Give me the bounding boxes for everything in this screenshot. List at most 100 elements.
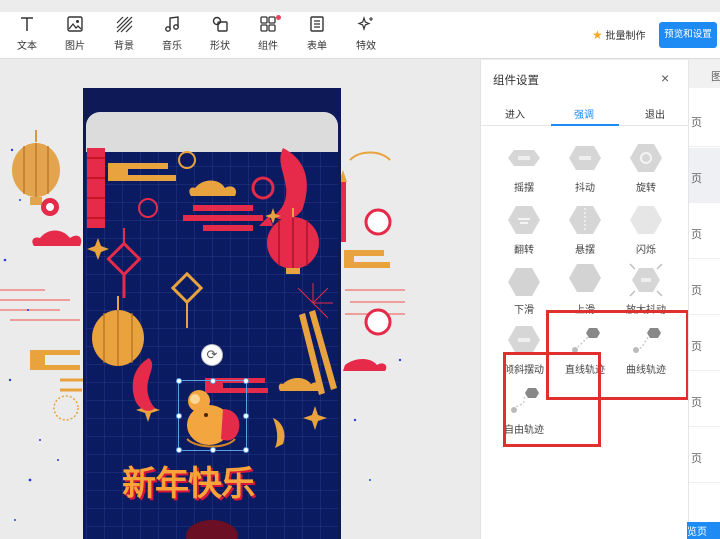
resize-handle-br[interactable] (243, 447, 249, 453)
flash-effect-icon (630, 206, 662, 234)
background-icon (116, 16, 133, 33)
resize-handle-r[interactable] (243, 413, 249, 419)
page-list-sidebar: 图 页 页 页 页 页 页 页 览页 (687, 60, 720, 539)
tool-image[interactable]: 图片 (55, 15, 95, 52)
flower-right (364, 208, 392, 236)
page-item-7[interactable]: 页 (689, 428, 720, 483)
page-item-2[interactable]: 页 (689, 148, 720, 203)
effect-swing[interactable]: 摇摆 (495, 140, 553, 194)
star-sparkle-icon (87, 238, 109, 260)
koi-fish-icon (273, 148, 307, 220)
coin-icon (178, 151, 196, 169)
slide-up-effect-icon (569, 264, 601, 292)
effect-flash[interactable]: 闪烁 (617, 202, 675, 256)
gold-scroll-right (344, 250, 390, 268)
flower-left (41, 198, 59, 216)
component-settings-panel: 组件设置 × 进入 强调 退出 摇摆 抖动 旋转 翻转 悬摆 闪烁 下滑 上滑 (480, 60, 689, 539)
greeting-text[interactable]: 新年快乐 (122, 456, 255, 505)
close-icon[interactable]: × (661, 70, 669, 86)
star-sparkle-icon-4 (303, 406, 327, 430)
text-icon (21, 17, 33, 31)
gold-cloud-icon (108, 163, 176, 181)
editor-canvas[interactable]: ⟳ 新年快乐 (0, 60, 480, 539)
cloud-left (32, 230, 82, 246)
effect-shake[interactable]: 抖动 (556, 140, 614, 194)
flower-right-2 (364, 308, 392, 336)
cloud-gold (189, 180, 237, 196)
plum-flower-icon (251, 176, 275, 200)
resize-handle-b[interactable] (210, 447, 216, 453)
effect-flip[interactable]: 翻转 (495, 202, 553, 256)
effect-slide-up[interactable]: 上滑 (556, 262, 614, 316)
effect-zoom-shake[interactable]: 放大抖动 (617, 262, 675, 316)
shake-effect-icon (569, 146, 601, 170)
component-icon (260, 16, 276, 32)
highlight-box-free-path (503, 352, 601, 447)
zoom-shake-effect-icon (629, 263, 663, 297)
page-item-6[interactable]: 页 (689, 372, 720, 427)
page-item-5[interactable]: 页 (689, 316, 720, 371)
cloud-right (343, 359, 387, 371)
shape-icon (212, 16, 228, 32)
bottom-ornament (186, 520, 238, 539)
page-item-4[interactable]: 页 (689, 260, 720, 315)
firework-left (53, 395, 79, 421)
editor-toolbar: 文本 图片 背景 音乐 形状 组件 表单 特效 ★ 批量制作 预览和设置 (0, 12, 720, 59)
gold-lines-left (60, 378, 85, 392)
page-list-header: 图 (689, 60, 720, 88)
resize-handle-tl[interactable] (176, 378, 182, 384)
lantern-left (12, 130, 60, 205)
resize-handle-bl[interactable] (176, 447, 182, 453)
tab-active-indicator (551, 124, 619, 126)
tool-text[interactable]: 文本 (7, 15, 47, 52)
notification-dot (276, 15, 281, 20)
animation-tabs: 进入 强调 退出 (481, 98, 689, 126)
form-icon (310, 16, 324, 32)
red-cloud-bars (183, 205, 263, 231)
resize-handle-t[interactable] (210, 378, 216, 384)
effect-rotate[interactable]: 旋转 (617, 140, 675, 194)
tool-shape[interactable]: 形状 (200, 15, 240, 52)
gold-scroll-left (30, 350, 80, 370)
flip-effect-icon (508, 206, 540, 234)
firecracker-icon (87, 148, 105, 228)
preview-page-button[interactable]: 览页 (687, 522, 720, 539)
slide-down-effect-icon (508, 268, 540, 296)
rotate-handle-icon[interactable]: ⟳ (202, 345, 222, 365)
lantern-gold-icon (92, 296, 144, 366)
tool-music[interactable]: 音乐 (152, 15, 192, 52)
tool-effects[interactable]: 特效 (346, 15, 386, 52)
resize-handle-l[interactable] (176, 413, 182, 419)
koi-fish-lower-icon (132, 358, 155, 411)
panel-title: 组件设置 (493, 75, 539, 87)
tool-form[interactable]: 表单 (297, 15, 337, 52)
preview-settings-button[interactable]: 预览和设置 (659, 22, 717, 48)
page-item-1[interactable]: 页 (689, 92, 720, 147)
gold-curl-right (349, 151, 391, 161)
swing-effect-icon (508, 150, 540, 166)
tool-component[interactable]: 组件 (248, 15, 288, 52)
cloud-gold-2 (278, 378, 321, 391)
hang-swing-effect-icon (569, 206, 601, 234)
image-icon (67, 16, 83, 32)
music-icon (165, 16, 179, 32)
rotate-effect-icon (630, 144, 662, 172)
tab-exit[interactable]: 退出 (645, 106, 665, 121)
plum-flower-icon-2 (138, 198, 158, 218)
gold-knot-icon (170, 271, 204, 328)
wave-lines-left (0, 289, 80, 321)
effect-hang-swing[interactable]: 悬摆 (556, 202, 614, 256)
chinese-knot-icon (106, 228, 142, 298)
selected-mouse-element[interactable] (176, 378, 249, 453)
tab-enter[interactable]: 进入 (505, 106, 525, 121)
tool-background[interactable]: 背景 (104, 15, 144, 52)
page-item-3[interactable]: 页 (689, 204, 720, 259)
tab-emphasis[interactable]: 强调 (574, 106, 594, 121)
gold-fish-icon (273, 418, 285, 448)
star-icon: ★ (592, 28, 603, 42)
mouse-zodiac-icon (186, 390, 240, 448)
effect-slide-down[interactable]: 下滑 (495, 262, 553, 316)
resize-handle-tr[interactable] (243, 378, 249, 384)
batch-make-button[interactable]: ★ 批量制作 (592, 27, 646, 42)
effects-icon (357, 16, 373, 31)
